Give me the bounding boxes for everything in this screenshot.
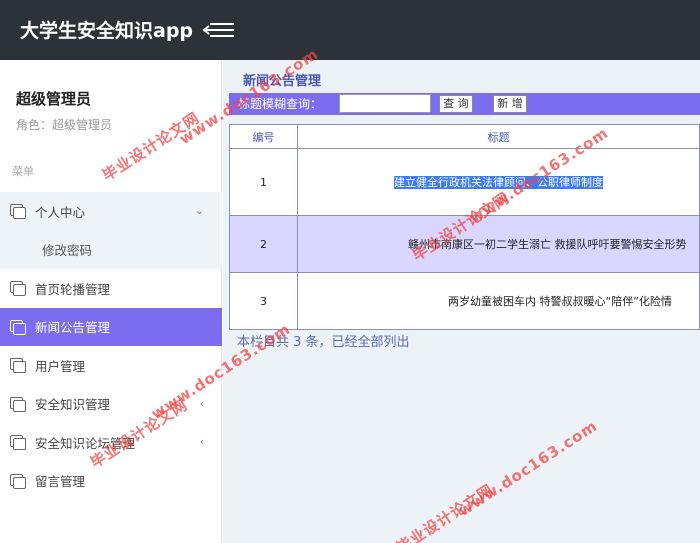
chevron-down-icon: ⌄ [194,204,204,217]
chevron-left-icon: ‹ [199,435,204,448]
sidebar-item-users[interactable]: 用户管理 [0,346,222,385]
row-title[interactable]: 两岁幼童被困车内 特警叔叔暖心“陪伴”化险情 [297,272,700,330]
sidebar-item-news[interactable]: 新闻公告管理 [0,307,222,346]
top-bar: 大学生安全知识app [0,0,700,60]
main-content: 新闻公告管理 标题模糊查询： 查 询 新 增 编号 标题 1 建立健全行政机关法… [223,60,700,543]
row-id: 1 [229,148,298,216]
sidebar-nav: 个人中心 ⌄ 修改密码 首页轮播管理 新闻公告管理 用户管理 安全知识管理 ‹ … [0,192,222,500]
sidebar-item-messages[interactable]: 留言管理 [0,462,222,501]
table-row[interactable]: 2 赣州市南康区一初二学生溺亡 救援队呼吁要警惕安全形势 [229,215,700,273]
column-header-title[interactable]: 标题 [297,124,700,149]
sidebar-item-label: 留言管理 [35,474,86,490]
collapse-menu-icon[interactable] [202,22,236,38]
sidebar-item-safety-forum[interactable]: 安全知识论坛管理 ‹ [0,423,222,462]
row-title[interactable]: 建立健全行政机关法律顾问、公职律师制度 [297,148,700,216]
search-bar: 标题模糊查询： 查 询 新 增 [229,93,700,115]
query-button[interactable]: 查 询 [439,95,473,113]
news-table: 编号 标题 1 建立健全行政机关法律顾问、公职律师制度 2 赣州市南康区一初二学… [229,124,700,330]
menu-section-label: 菜单 [12,165,34,178]
sidebar-item-label: 安全知识管理 [35,397,111,413]
sidebar-item-personal-center[interactable]: 个人中心 ⌄ [0,192,222,231]
row-id: 3 [229,272,298,330]
selected-title-text: 建立健全行政机关法律顾问、公职律师制度 [394,176,603,189]
page-title: 新闻公告管理 [243,74,322,89]
sidebar: 超级管理员 角色：超级管理员 菜单 个人中心 ⌄ 修改密码 首页轮播管理 新闻公… [0,60,222,543]
sidebar-item-label: 安全知识论坛管理 [35,435,136,451]
pages-icon [10,319,26,335]
title-search-input[interactable] [339,94,431,113]
user-role: 角色：超级管理员 [16,118,113,132]
row-title[interactable]: 赣州市南康区一初二学生溺亡 救援队呼吁要警惕安全形势 [297,215,700,273]
sidebar-item-change-password[interactable]: 修改密码 [0,230,222,269]
search-label: 标题模糊查询： [238,97,323,111]
column-header-id[interactable]: 编号 [229,124,298,149]
list-summary: 本栏目共 3 条，已经全部列出 [237,335,410,350]
sidebar-item-label: 新闻公告管理 [35,320,111,336]
pages-icon [10,473,26,489]
table-row[interactable]: 1 建立健全行政机关法律顾问、公职律师制度 [229,148,700,216]
table-row[interactable]: 3 两岁幼童被困车内 特警叔叔暖心“陪伴”化险情 [229,272,700,330]
user-name: 超级管理员 [16,90,92,108]
app-title: 大学生安全知识app [20,20,194,42]
pages-icon [10,396,26,412]
sidebar-item-safety-knowledge[interactable]: 安全知识管理 ‹ [0,385,222,424]
pages-icon [10,358,26,374]
sidebar-item-label: 首页轮播管理 [35,281,111,297]
add-button[interactable]: 新 增 [493,95,527,113]
pages-icon [10,204,26,220]
sidebar-item-banner[interactable]: 首页轮播管理 [0,269,222,308]
chevron-left-icon: ‹ [199,396,204,410]
row-id: 2 [229,215,298,273]
table-header-row: 编号 标题 [229,124,700,149]
sidebar-item-label: 用户管理 [35,358,86,374]
pages-icon [10,435,26,451]
pages-icon [10,281,26,297]
sidebar-item-label: 个人中心 [35,204,86,220]
